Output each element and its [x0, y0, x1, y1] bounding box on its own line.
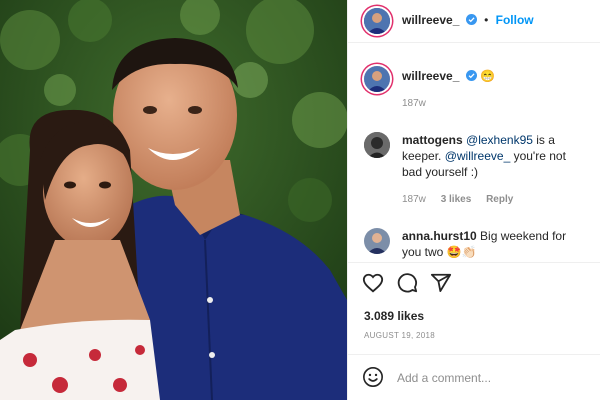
post-caption: willreeve_ 😁 187w [348, 58, 600, 114]
composer-divider [348, 354, 600, 355]
instagram-post: willreeve_ • Follow willreeve_ 😁 187w ma… [0, 0, 600, 400]
comment-likes[interactable]: 3 likes [441, 194, 472, 205]
caption-username[interactable]: willreeve_ [402, 69, 459, 83]
caption-timestamp[interactable]: 187w [402, 98, 426, 109]
comment-text: mattogens @lexhenk95 is a keeper. @willr… [402, 132, 587, 180]
post-date[interactable]: AUGUST 19, 2018 [364, 331, 435, 340]
smiley-icon[interactable] [362, 366, 384, 388]
post-photo [0, 0, 347, 400]
post-side-panel: willreeve_ • Follow willreeve_ 😁 187w ma… [347, 0, 600, 400]
header-separator: • [484, 13, 489, 27]
comment-username[interactable]: mattogens [402, 133, 463, 147]
heart-icon[interactable] [362, 272, 384, 294]
comment-mention[interactable]: @lexhenk95 [466, 133, 533, 147]
comment-text: anna.hurst10 Big weekend for you two 🤩👏🏻 [402, 228, 587, 260]
author-username[interactable]: willreeve_ [402, 13, 459, 27]
share-icon[interactable] [430, 272, 452, 294]
comment-timestamp[interactable]: 187w [402, 194, 426, 205]
caption-text: willreeve_ 😁 [402, 69, 495, 83]
reply-button[interactable]: Reply [486, 194, 513, 205]
verified-badge-icon [465, 70, 477, 81]
comment-meta: 187w 3 likes Reply [402, 194, 525, 205]
comment-mention[interactable]: @willreeve_ [445, 149, 511, 163]
post-header: willreeve_ • Follow [348, 0, 600, 42]
comment-icon[interactable] [396, 272, 418, 294]
actions-divider [348, 262, 600, 263]
header-divider [348, 42, 600, 43]
likes-count[interactable]: 3.089 likes [364, 309, 424, 323]
add-comment-input[interactable]: Add a comment... [397, 371, 491, 385]
caption-avatar[interactable] [364, 66, 390, 92]
comment-username[interactable]: anna.hurst10 [402, 229, 477, 243]
commenter-avatar[interactable] [364, 132, 390, 158]
comment-item: anna.hurst10 Big weekend for you two 🤩👏🏻 [348, 220, 600, 264]
author-avatar[interactable] [364, 8, 390, 34]
comment-item: mattogens @lexhenk95 is a keeper. @willr… [348, 124, 600, 214]
follow-button[interactable]: Follow [496, 13, 534, 27]
commenter-avatar[interactable] [364, 228, 390, 254]
verified-badge-icon [465, 14, 477, 25]
caption-emoji: 😁 [480, 69, 496, 83]
